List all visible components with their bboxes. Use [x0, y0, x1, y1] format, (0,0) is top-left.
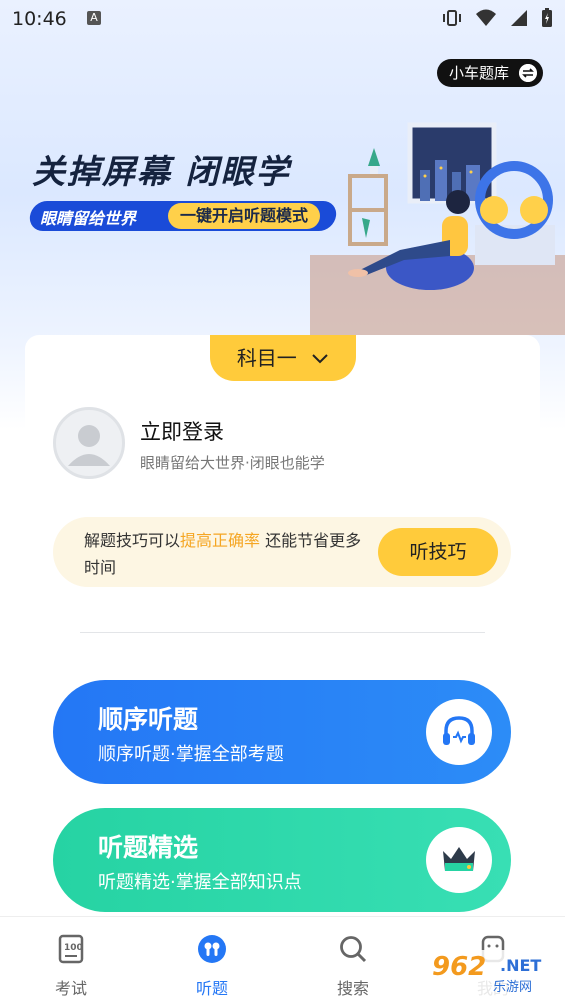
selected-listening-card[interactable]: 听题精选 听题精选·掌握全部知识点	[53, 808, 511, 912]
status-icons	[441, 8, 553, 28]
chevron-down-icon	[312, 354, 328, 364]
exam-icon: 100	[58, 934, 84, 964]
search-icon	[340, 936, 367, 963]
nav-item-search[interactable]: 搜索	[308, 917, 398, 1004]
swap-icon	[519, 64, 537, 82]
divider	[80, 632, 485, 633]
banner-title: 关掉屏幕 闭眼学	[32, 152, 291, 191]
headphones-icon	[443, 716, 475, 745]
listen-mode-banner-button[interactable]: 一键开启听题模式	[168, 203, 321, 229]
login-subtitle: 眼睛留给大世界·闭眼也能学	[140, 454, 325, 472]
watermark-sub: 乐游网	[493, 980, 533, 995]
watermark-net: .NET	[500, 956, 542, 975]
user-icon	[68, 425, 110, 466]
subject-label: 科目一	[236, 346, 297, 370]
status-bar: 10:46 A	[0, 0, 565, 40]
banner-pill-left-text: 眼睛留给世界	[40, 209, 137, 228]
subject-selector[interactable]: 科目一	[210, 335, 356, 381]
signal-icon	[511, 10, 527, 26]
wifi-icon	[476, 9, 496, 26]
mode-title: 听题精选	[98, 833, 199, 862]
quiz-bank-label: 小车题库	[448, 64, 509, 82]
earbuds-icon	[198, 935, 226, 963]
sequential-listening-card[interactable]: 顺序听题 顺序听题·掌握全部考题	[53, 680, 511, 784]
login-button[interactable]: 立即登录	[140, 416, 224, 446]
svg-text:100: 100	[64, 943, 83, 953]
mode-subtitle: 听题精选·掌握全部知识点	[98, 872, 302, 893]
avatar[interactable]	[53, 407, 125, 479]
nav-label: 听题	[195, 979, 228, 998]
mode-icon-circle	[426, 827, 492, 893]
tip-text-before: 解题技巧可以	[84, 531, 181, 550]
listen-tips-button[interactable]: 听技巧	[378, 528, 498, 576]
quiz-bank-switch-button[interactable]: 小车题库	[436, 59, 543, 87]
watermark-number: 962	[432, 952, 487, 982]
crown-icon	[443, 847, 475, 871]
nav-label: 搜索	[336, 979, 369, 998]
status-indicator: A	[87, 11, 101, 25]
tip-highlight: 提高正确率	[180, 531, 261, 550]
nav-item-exam[interactable]: 100 考试	[26, 917, 116, 1004]
vibrate-icon	[443, 10, 461, 26]
tip-text: 解题技巧可以提高正确率 还能节省更多时间	[84, 527, 374, 581]
mode-icon-circle	[426, 699, 492, 765]
nav-item-listen[interactable]: 听题	[167, 917, 257, 1004]
status-time: 10:46	[12, 8, 67, 30]
mode-title: 顺序听题	[98, 705, 199, 734]
nav-label: 考试	[54, 979, 87, 998]
banner-illustration	[310, 122, 565, 335]
battery-icon	[542, 8, 552, 27]
mode-subtitle: 顺序听题·掌握全部考题	[98, 744, 284, 765]
